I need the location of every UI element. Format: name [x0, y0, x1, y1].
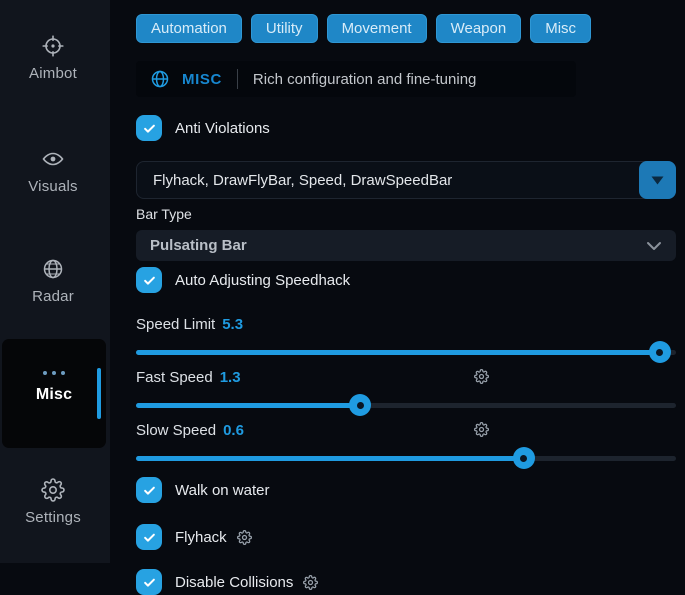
section-header: MISC Rich configuration and fine-tuning — [136, 61, 576, 97]
sidebar-item-label: Visuals — [0, 178, 106, 195]
slider-fill — [136, 456, 524, 461]
fast-speed-slider[interactable] — [136, 394, 676, 416]
disable-collisions-checkbox[interactable] — [136, 569, 162, 595]
tab-misc[interactable]: Misc — [530, 14, 591, 43]
ellipsis-icon — [2, 367, 106, 379]
slider-track[interactable] — [136, 350, 676, 355]
sidebar-item-label: Radar — [0, 288, 106, 305]
sidebar: Aimbot Visuals Radar Misc — [0, 0, 110, 563]
sidebar-item-misc[interactable]: Misc — [2, 339, 106, 448]
checkbox-label: Walk on water — [175, 482, 269, 499]
slider-fill — [136, 403, 360, 408]
slider-handle[interactable] — [349, 394, 371, 416]
chevron-down-icon — [646, 241, 662, 251]
checkbox-label: Anti Violations — [175, 120, 270, 137]
gear-icon[interactable] — [474, 422, 489, 437]
slider-handle[interactable] — [649, 341, 671, 363]
dropdown-arrow-button[interactable] — [639, 161, 676, 199]
sidebar-item-radar[interactable]: Radar — [0, 257, 106, 305]
slider-label: Slow Speed — [136, 422, 216, 439]
disable-collisions-row: Disable Collisions — [136, 569, 676, 595]
sidebar-item-visuals[interactable]: Visuals — [0, 147, 106, 195]
section-subtitle: Rich configuration and fine-tuning — [253, 71, 476, 88]
checkbox-label: Flyhack — [175, 529, 227, 546]
flyhack-checkbox[interactable] — [136, 524, 162, 550]
bar-type-value: Pulsating Bar — [150, 237, 247, 254]
flyhack-row: Flyhack — [136, 524, 676, 550]
bar-multiselect[interactable]: Flyhack, DrawFlyBar, Speed, DrawSpeedBar — [136, 161, 676, 199]
auto-adjusting-row: Auto Adjusting Speedhack — [136, 267, 676, 293]
sidebar-item-aimbot[interactable]: Aimbot — [0, 34, 106, 82]
slider-track[interactable] — [136, 403, 676, 408]
checkbox-label: Disable Collisions — [175, 574, 293, 591]
slider-value: 5.3 — [222, 316, 243, 333]
gear-icon[interactable] — [303, 575, 318, 590]
crosshair-icon — [0, 34, 106, 58]
section-title: MISC — [182, 71, 222, 88]
walk-on-water-row: Walk on water — [136, 477, 676, 503]
eye-icon — [0, 147, 106, 171]
gear-icon[interactable] — [474, 369, 489, 384]
slider-track[interactable] — [136, 456, 676, 461]
bar-type-select[interactable]: Pulsating Bar — [136, 230, 676, 261]
slow-speed-group: Slow Speed 0.6 — [136, 421, 676, 469]
sidebar-item-label: Aimbot — [0, 65, 106, 82]
speed-limit-slider[interactable] — [136, 341, 676, 363]
tab-weapon[interactable]: Weapon — [436, 14, 522, 43]
slider-label: Speed Limit — [136, 316, 215, 333]
checkbox-label: Auto Adjusting Speedhack — [175, 272, 350, 289]
gear-icon[interactable] — [237, 530, 252, 545]
slider-label: Fast Speed — [136, 369, 213, 386]
tab-movement[interactable]: Movement — [327, 14, 427, 43]
anti-violations-row: Anti Violations — [136, 115, 676, 141]
bar-type-label: Bar Type — [136, 206, 676, 222]
slider-handle[interactable] — [513, 447, 535, 469]
tab-automation[interactable]: Automation — [136, 14, 242, 43]
globe-icon — [150, 69, 170, 89]
sidebar-item-label: Misc — [2, 386, 106, 404]
fast-speed-group: Fast Speed 1.3 — [136, 368, 676, 416]
auto-adjusting-checkbox[interactable] — [136, 267, 162, 293]
slider-value: 1.3 — [220, 369, 241, 386]
tab-bar: Automation Utility Movement Weapon Misc — [136, 14, 676, 43]
tab-utility[interactable]: Utility — [251, 14, 318, 43]
anti-violations-checkbox[interactable] — [136, 115, 162, 141]
walk-on-water-checkbox[interactable] — [136, 477, 162, 503]
globe-icon — [0, 257, 106, 281]
divider — [237, 69, 238, 89]
sidebar-item-label: Settings — [0, 509, 106, 526]
sidebar-item-settings[interactable]: Settings — [0, 478, 106, 526]
bar-multiselect-value: Flyhack, DrawFlyBar, Speed, DrawSpeedBar — [153, 172, 452, 189]
main-panel: Automation Utility Movement Weapon Misc … — [136, 0, 676, 563]
slow-speed-slider[interactable] — [136, 447, 676, 469]
slider-fill — [136, 350, 660, 355]
speed-limit-group: Speed Limit 5.3 — [136, 315, 676, 363]
slider-value: 0.6 — [223, 422, 244, 439]
selected-accent-bar — [97, 368, 101, 419]
gear-icon — [0, 478, 106, 502]
cheat-menu-window: { "sidebar": { "items": [ { "label": "Ai… — [0, 0, 685, 563]
